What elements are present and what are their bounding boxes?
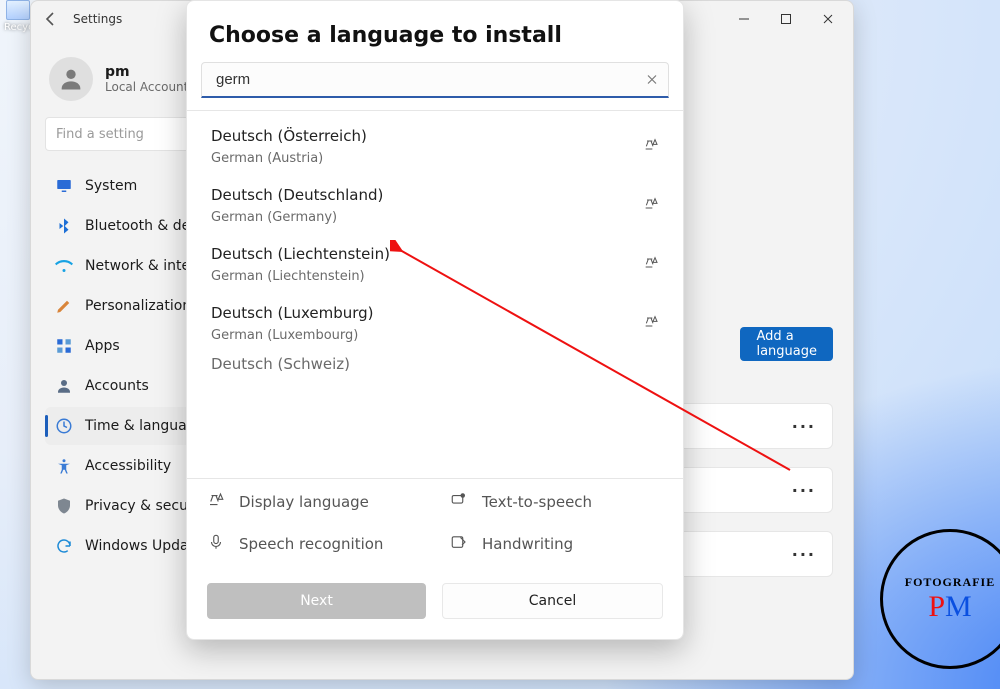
next-button[interactable]: Next: [207, 583, 426, 619]
feature-legend: Display language Text-to-speech Speech r…: [187, 478, 683, 555]
legend-speech: Speech recognition: [207, 533, 420, 555]
display-language-icon: [643, 255, 659, 275]
window-minimize-button[interactable]: [727, 6, 761, 32]
sidebar-item-label: Accessibility: [85, 458, 171, 474]
apps-icon: [55, 337, 73, 355]
dialog-title: Choose a language to install: [209, 23, 661, 48]
window-close-button[interactable]: [811, 6, 845, 32]
profile-name: pm: [105, 64, 188, 80]
display-language-icon: [643, 137, 659, 157]
legend-display-language: Display language: [207, 491, 420, 513]
language-english-name: German (Luxembourg): [211, 328, 633, 343]
language-native-name: Deutsch (Schweiz): [211, 355, 350, 373]
sidebar-item-label: Apps: [85, 338, 120, 354]
back-button[interactable]: [39, 7, 63, 31]
add-language-label: Add a language: [756, 329, 817, 359]
language-native-name: Deutsch (Liechtenstein): [211, 245, 633, 263]
language-native-name: Deutsch (Luxemburg): [211, 304, 633, 322]
more-icon[interactable]: ···: [792, 481, 816, 500]
choose-language-dialog: Choose a language to install Deutsch (Ös…: [186, 0, 684, 640]
language-native-name: Deutsch (Österreich): [211, 127, 633, 145]
recycle-bin-glyph: [6, 0, 30, 20]
update-icon: [55, 537, 73, 555]
watermark-text: FOTOGRAFIE: [905, 575, 995, 590]
recycle-bin-label: Recycle: [4, 22, 32, 33]
language-option[interactable]: Deutsch (Liechtenstein) German (Liechten…: [195, 235, 675, 294]
window-maximize-button[interactable]: [769, 6, 803, 32]
display-language-icon: [643, 314, 659, 334]
handwriting-icon: [450, 533, 468, 555]
language-option[interactable]: Deutsch (Luxemburg) German (Luxembourg): [195, 294, 675, 353]
language-search-input[interactable]: [214, 70, 634, 89]
legend-tts: Text-to-speech: [450, 491, 663, 513]
language-option[interactable]: Deutsch (Deutschland) German (Germany): [195, 176, 675, 235]
language-results-list[interactable]: Deutsch (Österreich) German (Austria) De…: [187, 110, 683, 478]
tts-icon: [450, 491, 468, 513]
more-icon[interactable]: ···: [792, 545, 816, 564]
accounts-icon: [55, 377, 73, 395]
microphone-icon: [207, 533, 225, 555]
find-setting-placeholder: Find a setting: [56, 127, 144, 142]
sidebar-item-label: Accounts: [85, 378, 149, 394]
language-option[interactable]: Deutsch (Österreich) German (Austria): [195, 117, 675, 176]
monitor-icon: [55, 177, 73, 195]
display-language-icon: [643, 196, 659, 216]
language-option-partial[interactable]: Deutsch (Schweiz): [195, 353, 675, 379]
accessibility-icon: [55, 457, 73, 475]
language-search-field[interactable]: [201, 62, 669, 98]
bluetooth-icon: [55, 217, 73, 235]
language-native-name: Deutsch (Deutschland): [211, 186, 633, 204]
dialog-buttons: Next Cancel: [187, 555, 683, 639]
window-title: Settings: [73, 12, 122, 26]
add-language-button[interactable]: Add a language: [740, 327, 833, 361]
sidebar-item-label: Windows Update: [85, 538, 203, 554]
cancel-button[interactable]: Cancel: [442, 583, 663, 619]
wifi-icon: [55, 257, 73, 275]
language-english-name: German (Liechtenstein): [211, 269, 633, 284]
more-icon[interactable]: ···: [792, 417, 816, 436]
language-english-name: German (Germany): [211, 210, 633, 225]
brush-icon: [55, 297, 73, 315]
language-english-name: German (Austria): [211, 151, 633, 166]
clear-search-icon[interactable]: [646, 70, 658, 89]
clock-globe-icon: [55, 417, 73, 435]
sidebar-item-label: Personalization: [85, 298, 191, 314]
profile-type: Local Account: [105, 80, 188, 94]
shield-icon: [55, 497, 73, 515]
sidebar-item-label: System: [85, 178, 137, 194]
recycle-bin-icon[interactable]: Recycle: [4, 0, 32, 33]
avatar: [49, 57, 93, 101]
legend-handwriting: Handwriting: [450, 533, 663, 555]
display-language-icon: [207, 491, 225, 513]
